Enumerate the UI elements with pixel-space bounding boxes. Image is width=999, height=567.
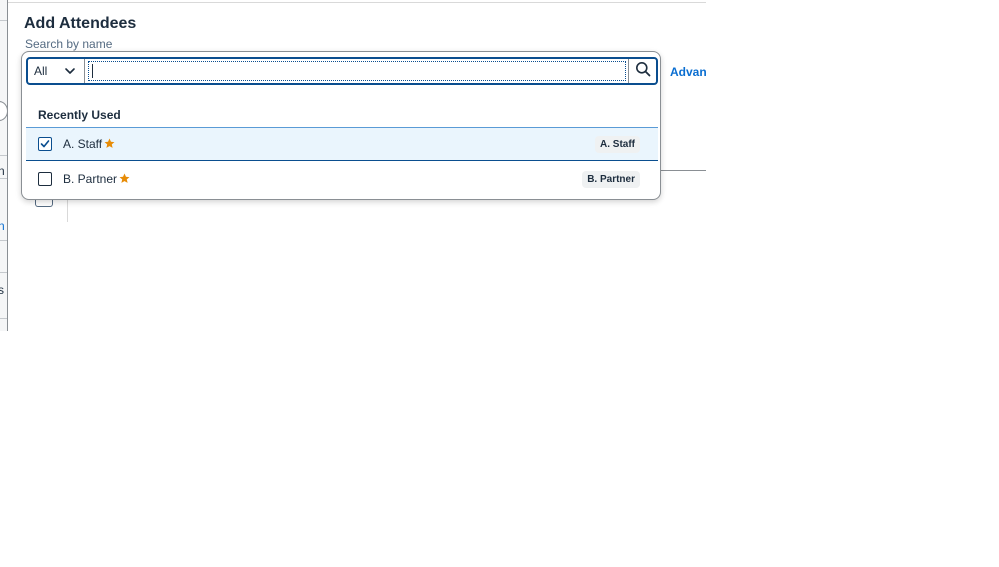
search-field-group: All xyxy=(26,57,658,85)
background-page-strip: n n i s xyxy=(0,0,8,331)
divider xyxy=(0,272,7,273)
advanced-search-link[interactable]: Advanced xyxy=(670,65,706,79)
suggestion-name: A. Staff xyxy=(63,137,115,151)
clipped-text: n xyxy=(0,164,5,178)
favorite-star-icon xyxy=(104,138,115,149)
chevron-down-icon xyxy=(64,65,76,77)
attendee-token: A. Staff xyxy=(595,135,640,153)
scope-select-value: All xyxy=(34,64,48,78)
suggestions-popover: All Recently Used A. Staff A. Staff B. P… xyxy=(21,51,661,200)
background-round-button xyxy=(0,101,7,121)
suggestion-item[interactable]: A. Staff A. Staff xyxy=(26,127,658,161)
scope-select[interactable]: All xyxy=(28,59,85,83)
suggestion-name: B. Partner xyxy=(63,172,130,186)
divider xyxy=(0,240,7,241)
checkbox-checked[interactable] xyxy=(38,137,52,151)
divider xyxy=(0,318,7,319)
recently-used-heading: Recently Used xyxy=(38,108,121,122)
checkbox-unchecked[interactable] xyxy=(38,172,52,186)
divider xyxy=(0,178,7,179)
search-icon xyxy=(635,61,651,82)
divider xyxy=(0,20,7,21)
clipped-link: n xyxy=(0,219,5,233)
column-divider xyxy=(67,200,68,222)
suggestion-item[interactable]: B. Partner B. Partner xyxy=(26,162,658,196)
divider xyxy=(8,2,706,3)
search-label: Search by name xyxy=(25,37,113,51)
dialog-title: Add Attendees xyxy=(24,15,137,32)
attendee-token: B. Partner xyxy=(582,170,640,188)
favorite-star-icon xyxy=(119,173,130,184)
text-cursor xyxy=(92,64,93,78)
clipped-link: i xyxy=(0,250,1,264)
search-input[interactable] xyxy=(86,59,628,83)
divider xyxy=(0,155,7,156)
search-button[interactable] xyxy=(628,59,656,83)
clipped-text: s xyxy=(0,283,4,297)
